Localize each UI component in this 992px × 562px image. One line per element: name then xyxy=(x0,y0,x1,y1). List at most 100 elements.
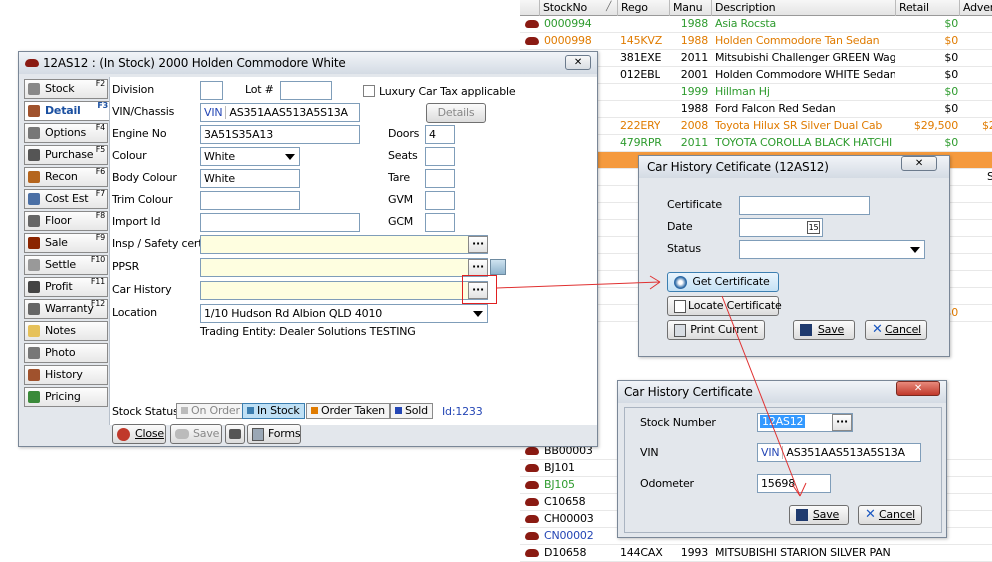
locate-certificate-button[interactable]: Locate Certificate xyxy=(667,296,782,316)
chevron-down-icon xyxy=(473,311,483,317)
calendar-icon[interactable]: 15 xyxy=(807,221,820,234)
status-sold[interactable]: Sold xyxy=(390,403,433,419)
insp-input[interactable] xyxy=(200,235,488,254)
trim-colour-input[interactable] xyxy=(200,191,300,210)
location-label: Location xyxy=(112,306,157,319)
location-value: 1/10 Hudson Rd Albion QLD 4010 xyxy=(204,307,383,320)
gvm-label: GVM xyxy=(388,193,413,206)
sidebar-item-floor[interactable]: Floor F8 xyxy=(24,211,108,231)
tare-input[interactable] xyxy=(425,169,455,188)
insp-label: Insp / Safety cert xyxy=(112,237,203,250)
sidebar-item-options[interactable]: Options F4 xyxy=(24,123,108,143)
date-input[interactable]: 15 xyxy=(739,218,823,237)
location-select[interactable]: 1/10 Hudson Rd Albion QLD 4010 xyxy=(200,304,488,323)
table-row[interactable]: 0000998 145KVZ 1988 Holden Commodore Tan Se… xyxy=(520,33,992,50)
sidebar-item-pricing[interactable]: Pricing xyxy=(24,387,108,407)
status-select[interactable] xyxy=(739,240,925,259)
print-icon xyxy=(674,324,686,337)
close-icon[interactable]: ✕ xyxy=(901,156,937,171)
shortcut-key: F10 xyxy=(90,255,105,264)
division-input[interactable] xyxy=(200,81,223,100)
col-retail[interactable]: Retail xyxy=(896,0,960,16)
cancel-x-icon: ✕ xyxy=(872,322,883,337)
shortcut-key: F4 xyxy=(95,123,106,132)
lot-input[interactable] xyxy=(280,81,332,100)
car-icon xyxy=(525,549,539,557)
save-button[interactable]: Save xyxy=(170,424,222,444)
col-rego[interactable]: Rego xyxy=(618,0,670,16)
sidebar-item-notes[interactable]: Notes xyxy=(24,321,108,341)
seats-input[interactable] xyxy=(425,147,455,166)
date-label: Date xyxy=(667,220,693,233)
vin-input[interactable]: VIN AS351AAS513A5S13A xyxy=(200,103,360,122)
cell-description: TOYOTA COROLLA BLACK HATCHI xyxy=(715,136,893,149)
cell-retail: $0 xyxy=(944,68,958,81)
details-button[interactable]: Details xyxy=(426,103,486,123)
sidebar-item-purchase[interactable]: Purchase F5 xyxy=(24,145,108,165)
col-manu[interactable]: Manu xyxy=(670,0,712,16)
certificate-input[interactable] xyxy=(739,196,870,215)
sidebar-item-label: Sale xyxy=(45,236,68,249)
shortcut-key: F2 xyxy=(95,79,106,88)
close-icon[interactable]: ✕ xyxy=(896,381,940,396)
stock-window-title: 12AS12 : (In Stock) 2000 Holden Commodor… xyxy=(43,56,346,70)
engine-input[interactable]: 3A51S35A13 xyxy=(200,125,360,144)
body-colour-input[interactable]: White xyxy=(200,169,300,188)
ppsr-lookup-button[interactable]: ··· xyxy=(468,259,488,276)
sidebar-item-cost-est[interactable]: Cost Est F7 xyxy=(24,189,108,209)
small-dialog-titlebar: Car History Certificate ✕ xyxy=(618,381,946,403)
close-icon[interactable]: ✕ xyxy=(565,55,591,70)
doors-input[interactable]: 4 xyxy=(425,125,455,144)
status-order-taken[interactable]: Order Taken xyxy=(306,403,390,419)
odometer-input[interactable]: 15698 xyxy=(757,474,831,493)
sidebar-item-warranty[interactable]: Warranty F12 xyxy=(24,299,108,319)
cell-description: Asia Rocsta xyxy=(715,17,777,30)
get-certificate-button[interactable]: Get Certificate xyxy=(667,272,779,292)
sidebar-item-detail[interactable]: Detail F3 xyxy=(24,101,110,121)
sidebar-item-label: Stock xyxy=(45,82,75,95)
print-current-button[interactable]: Print Current xyxy=(667,320,765,340)
stock-status-label: Stock Status xyxy=(112,405,179,418)
forms-button[interactable]: Forms xyxy=(247,424,301,444)
shortcut-key: F12 xyxy=(90,299,105,308)
sidebar-item-profit[interactable]: Profit F11 xyxy=(24,277,108,297)
print-button[interactable] xyxy=(225,424,245,444)
floppy-icon xyxy=(800,324,812,336)
gcm-input[interactable] xyxy=(425,213,455,232)
small-save-button[interactable]: Save xyxy=(789,505,849,525)
cell-year: 2001 xyxy=(680,68,708,81)
ppsr-input[interactable] xyxy=(200,258,488,277)
cert-cancel-button[interactable]: ✕ Cancel xyxy=(865,320,927,340)
sidebar-item-settle[interactable]: Settle F10 xyxy=(24,255,108,275)
stock-lookup-button[interactable]: ··· xyxy=(832,414,852,431)
sidebar-item-recon[interactable]: Recon F6 xyxy=(24,167,108,187)
table-row[interactable]: 0000994 1988 Asia Rocsta $0 xyxy=(520,16,992,33)
sidebar-item-stock[interactable]: Stock F2 xyxy=(24,79,108,99)
status-label: Status xyxy=(667,242,701,255)
import-id-input[interactable] xyxy=(200,213,360,232)
status-in-stock[interactable]: In Stock xyxy=(242,403,305,419)
cell-year: 2008 xyxy=(680,119,708,132)
small-cancel-button[interactable]: ✕ Cancel xyxy=(858,505,922,525)
colour-select[interactable]: White xyxy=(200,147,300,166)
car-icon xyxy=(525,532,539,540)
status-on-order-label: On Order xyxy=(191,404,240,417)
get-certificate-label: Get Certificate xyxy=(692,275,770,288)
gvm-input[interactable] xyxy=(425,191,455,210)
ppsr-check-icon[interactable] xyxy=(490,259,506,275)
col-description[interactable]: Description xyxy=(712,0,896,16)
insp-lookup-button[interactable]: ··· xyxy=(468,236,488,253)
car-history-input[interactable] xyxy=(200,281,488,300)
detail-icon xyxy=(28,105,40,117)
close-button[interactable]: Close xyxy=(112,424,166,444)
sidebar-item-sale[interactable]: Sale F9 xyxy=(24,233,108,253)
luxury-tax-checkbox[interactable] xyxy=(363,85,375,97)
vin-input[interactable]: VIN AS351AAS513A5S13A xyxy=(757,443,921,462)
status-on-order[interactable]: On Order xyxy=(176,403,245,419)
cert-save-button[interactable]: Save xyxy=(793,320,855,340)
sidebar-item-history[interactable]: History xyxy=(24,365,108,385)
sidebar-item-photo[interactable]: Photo xyxy=(24,343,108,363)
col-adver[interactable]: Adver xyxy=(960,0,992,16)
sidebar-item-label: Cost Est xyxy=(45,192,89,205)
stock-number-input[interactable]: 12AS12 ··· xyxy=(757,413,853,432)
